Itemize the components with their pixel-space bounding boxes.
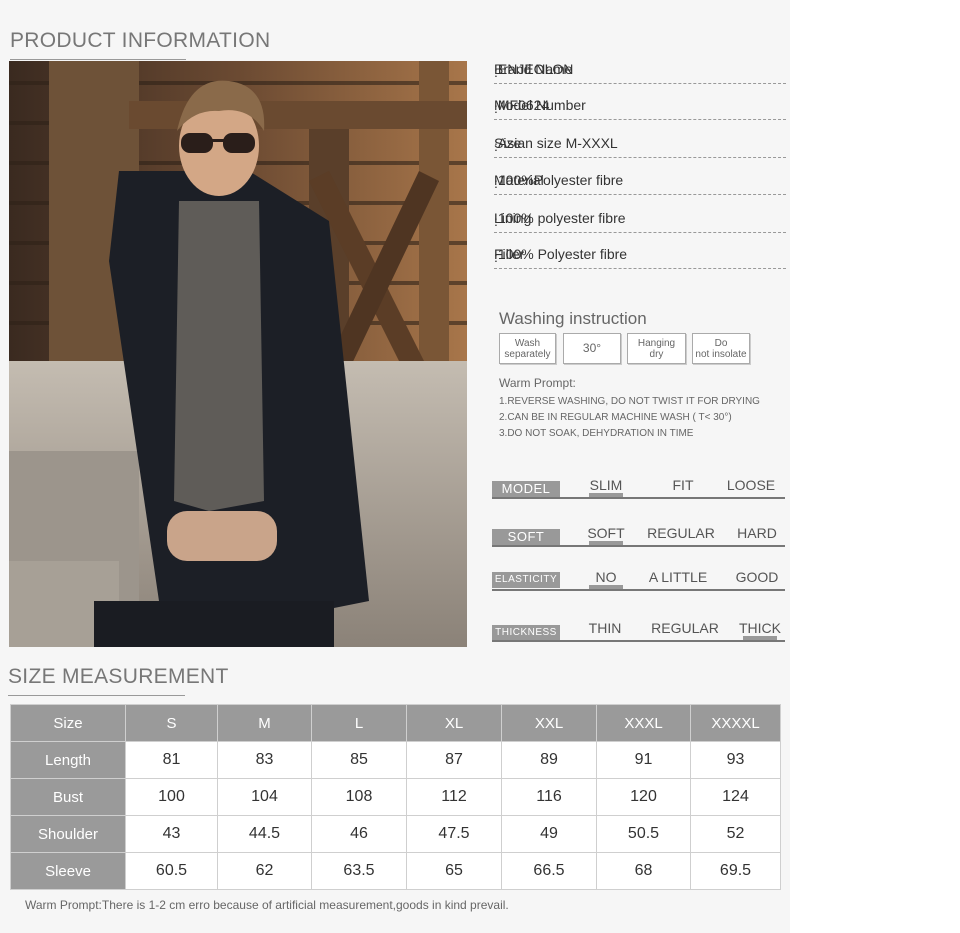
prop-option-regular-thickness: REGULAR [651,620,719,636]
table-cell: 60.5 [125,852,218,890]
row-header: Length [10,741,126,779]
table-cell: 116 [501,778,597,816]
wash-prompt-2: 2.CAN BE IN REGULAR MACHINE WASH ( T< 30… [499,412,732,423]
header-cell: XXXL [596,704,691,742]
warm-prompt-title: Warm Prompt: [499,376,576,390]
size-title-underline [8,695,185,696]
header-cell: M [217,704,312,742]
table-cell: 44.5 [217,815,312,853]
size-footnote: Warm Prompt:There is 1-2 cm erro because… [25,898,509,912]
size-title-text: SIZE MEASUREMENT [8,665,229,688]
table-cell: 87 [406,741,502,779]
table-cell: 50.5 [596,815,691,853]
wash-prompt-1: 1.REVERSE WASHING, DO NOT TWIST IT FOR D… [499,396,760,407]
table-row: Bust 100 104 108 112 116 120 124 [10,778,781,816]
table-cell: 68 [596,852,691,890]
table-cell: 65 [406,852,502,890]
table-cell: 81 [125,741,218,779]
spec-material: Material:100%Polyester fibre [494,172,786,195]
table-cell: 112 [406,778,502,816]
table-cell: 120 [596,778,691,816]
table-cell: 62 [217,852,312,890]
table-cell: 89 [501,741,597,779]
header-cell: L [311,704,407,742]
table-cell: 47.5 [406,815,502,853]
product-info-title-text: PRODUCT INFORMATION [10,29,271,52]
washing-title: Washing instruction [499,309,647,328]
prop-line-elasticity [492,589,785,591]
table-row: Shoulder 43 44.5 46 47.5 49 50.5 52 [10,815,781,853]
table-cell: 91 [596,741,691,779]
header-cell: Size [10,704,126,742]
spec-model-number: Model Number: MF0624 [494,97,786,120]
table-row: Length 81 83 85 87 89 91 93 [10,741,781,779]
wash-separately-box: Wash separately [499,333,556,364]
table-cell: 83 [217,741,312,779]
prop-label-thickness: THICKNESS [492,625,560,641]
spec-brand: Brand Name: ENJEOLON [494,61,786,84]
table-cell: 46 [311,815,407,853]
table-cell: 104 [217,778,312,816]
table-cell: 100 [125,778,218,816]
wash-prompt-3: 3.DO NOT SOAK, DEHYDRATION IN TIME [499,428,694,439]
prop-option-a-little: A LITTLE [648,569,708,585]
prop-option-soft: SOFT [587,525,625,541]
prop-label-model: MODEL [492,481,560,497]
product-photo [9,61,467,647]
prop-option-good: GOOD [735,569,779,585]
prop-option-thin: THIN [588,620,622,636]
table-row: Sleeve 60.5 62 63.5 65 66.5 68 69.5 [10,852,781,890]
prop-option-thick: THICK [739,620,781,636]
table-cell: 49 [501,815,597,853]
prop-option-loose: LOOSE [726,477,776,493]
size-measurement-title: SIZE MEASUREMENT [8,665,229,696]
hanging-dry-box: Hanging dry [627,333,686,364]
prop-option-fit: FIT [672,477,694,493]
prop-option-hard: HARD [737,525,777,541]
table-cell: 124 [690,778,781,816]
prop-line-thickness [492,640,785,642]
table-cell: 85 [311,741,407,779]
table-cell: 66.5 [501,852,597,890]
spec-size: Size: Asian size M-XXXL [494,135,786,158]
header-cell: XXXXL [690,704,781,742]
prop-label-soft: SOFT [492,529,560,545]
product-info-title: PRODUCT INFORMATION [10,29,271,60]
table-cell: 93 [690,741,781,779]
table-cell: 69.5 [690,852,781,890]
model-in-jacket-image [9,61,467,647]
prop-option-no: NO [595,569,617,585]
do-not-insolate-box: Do not insolate [692,333,750,364]
size-table-header: Size S M L XL XXL XXXL XXXXL [10,704,781,742]
row-header: Sleeve [10,852,126,890]
prop-option-slim: SLIM [589,477,623,493]
table-cell: 63.5 [311,852,407,890]
wash-temp-box: 30° [563,333,621,364]
prop-line-model [492,497,785,499]
row-header: Shoulder [10,815,126,853]
spec-lining: Lining:100% polyester fibre [494,210,786,233]
title-underline [10,59,186,60]
prop-line-soft [492,545,785,547]
prop-option-regular: REGULAR [647,525,715,541]
header-cell: S [125,704,218,742]
header-cell: XL [406,704,502,742]
table-cell: 43 [125,815,218,853]
table-cell: 108 [311,778,407,816]
prop-label-elasticity: ELASTICITY [492,572,560,588]
spec-filler: Filler:100% Polyester fibre [494,246,786,269]
header-cell: XXL [501,704,597,742]
table-cell: 52 [690,815,781,853]
size-table: Size S M L XL XXL XXXL XXXXL Length 81 8… [10,704,781,890]
row-header: Bust [10,778,126,816]
